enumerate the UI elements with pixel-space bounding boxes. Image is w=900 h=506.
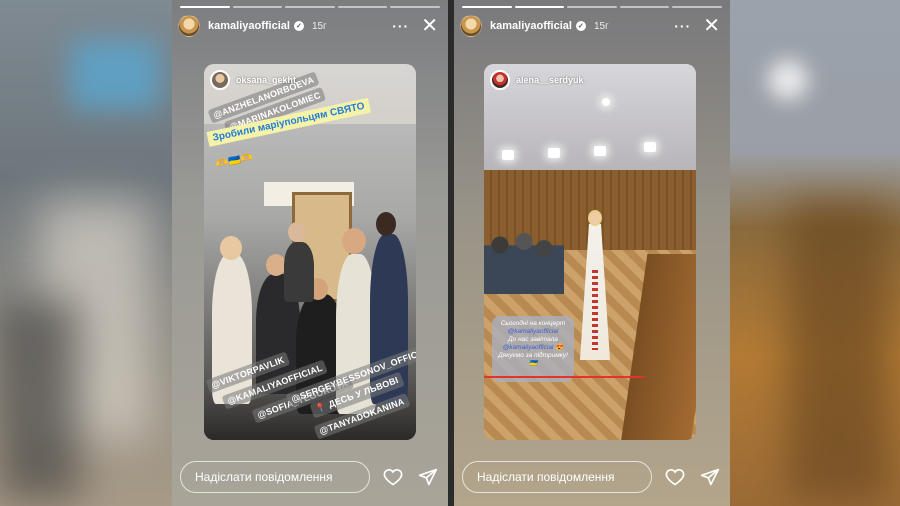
story-footer: Надіслати повідомлення [462,460,722,494]
reposted-story-card[interactable]: alena__serdyuk Сьогодні на концерт @kama… [484,64,696,440]
heart-icon[interactable] [382,465,405,489]
reposted-story-card[interactable]: oksana_gekht @ANZHELANORBOEVA @MARINAKOL… [204,64,416,440]
send-message-input[interactable]: Надіслати повідомлення [180,461,370,493]
story-username[interactable]: kamaliyaofficial [490,20,572,32]
red-underline [484,376,644,378]
avatar[interactable] [460,15,482,37]
caption-line: До нас завітала [508,336,558,343]
close-icon[interactable]: ✕ [421,16,438,36]
more-options-icon[interactable]: ··· [392,18,409,34]
send-message-input[interactable]: Надіслати повідомлення [462,461,652,493]
avatar[interactable] [178,15,200,37]
paper-plane-icon[interactable] [417,465,440,489]
repost-username[interactable]: oksana_gekht [236,75,296,85]
audience [484,224,564,294]
repost-header: alena__serdyuk [490,70,584,90]
caption-text-card: Сьогодні на концерт @kamaliyaofficial До… [492,316,574,382]
caption-line: Сьогодні на концерт [500,320,566,327]
caption-line: 🇺🇦 [528,360,538,367]
repost-header: oksana_gekht [210,70,296,90]
story-panel-2[interactable]: kamaliyaofficial ✓ 15г ··· ✕ alena__serd… [454,0,730,506]
story-timestamp: 15г [311,20,327,32]
story-header: kamaliyaofficial ✓ 15г ··· ✕ [178,14,442,38]
close-icon[interactable]: ✕ [703,16,720,36]
story-username[interactable]: kamaliyaofficial [208,20,290,32]
story-footer: Надіслати повідомлення [180,460,440,494]
story-header: kamaliyaofficial ✓ 15г ··· ✕ [460,14,724,38]
story-progress-bar [462,6,722,8]
singer-figure [580,210,610,360]
caption-mention[interactable]: @kamaliyaofficial [496,328,570,336]
caption-mention[interactable]: @kamaliyaofficial 😍 [496,344,570,352]
story-progress-bar [180,6,440,8]
verified-badge-icon: ✓ [293,21,304,31]
blurred-background-right [728,0,900,506]
repost-avatar[interactable] [490,70,510,90]
repost-username[interactable]: alena__serdyuk [516,75,584,85]
repost-avatar[interactable] [210,70,230,90]
paper-plane-icon[interactable] [699,465,722,489]
heart-icon[interactable] [664,465,687,489]
caption-line: Дякуємо за підтримку! [498,352,568,359]
verified-badge-icon: ✓ [575,21,586,31]
story-timestamp: 15г [593,20,609,32]
more-options-icon[interactable]: ··· [674,18,691,34]
blurred-background-left [0,0,172,506]
story-panel-1[interactable]: kamaliyaofficial ✓ 15г ··· ✕ oksana_gekh… [172,0,448,506]
